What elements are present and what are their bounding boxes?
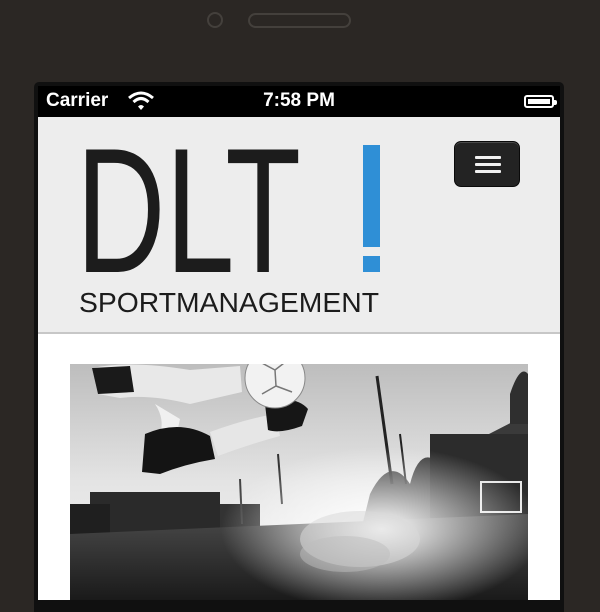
hero-photo [70, 364, 528, 600]
device-speaker [248, 13, 351, 28]
device-camera [207, 12, 223, 28]
logo-letters: DLT [78, 145, 301, 310]
menu-button[interactable] [454, 141, 520, 187]
logo-mark-bar [363, 145, 380, 247]
main-content [38, 334, 560, 600]
battery-icon [524, 95, 557, 108]
hamburger-line [475, 170, 501, 173]
logo-mark-dot [363, 256, 380, 272]
hamburger-line [475, 156, 501, 159]
site-header: DLT SPORTMANAGEMENT [38, 117, 560, 334]
hamburger-line [475, 163, 501, 166]
clock-time: 7:58 PM [263, 90, 335, 111]
logo[interactable]: DLT SPORTMANAGEMENT [78, 145, 383, 317]
status-bar: Carrier 7:58 PM [38, 86, 560, 117]
logo-subtitle: SPORTMANAGEMENT [79, 287, 379, 317]
